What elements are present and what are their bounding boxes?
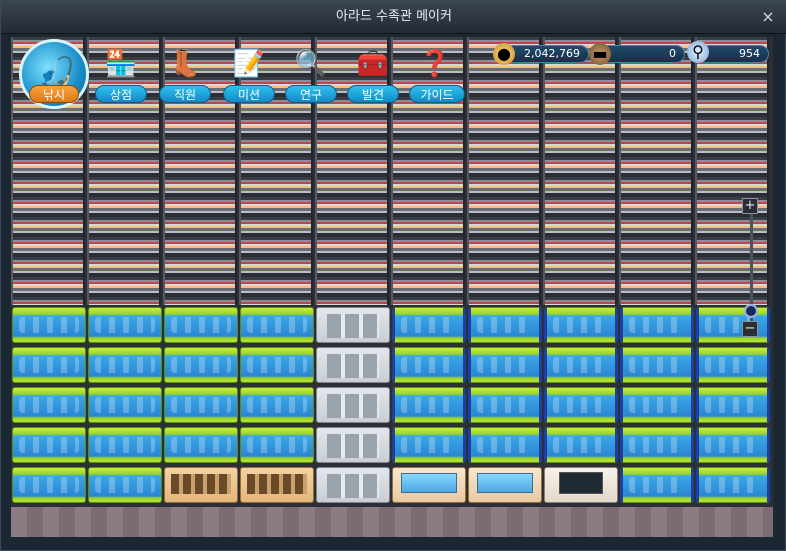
tank-room[interactable]	[88, 387, 162, 423]
tank-room[interactable]	[544, 307, 618, 343]
elevator-room[interactable]	[316, 467, 390, 503]
window-title: 아라드 수족관 메이커	[336, 9, 452, 24]
menu-guide-button[interactable]: 가이드	[409, 85, 465, 103]
tank-room[interactable]	[696, 427, 770, 463]
tank-room[interactable]	[620, 307, 694, 343]
tank-room[interactable]	[12, 467, 86, 503]
tank-room[interactable]	[392, 307, 466, 343]
menu-shop-button[interactable]: 상점	[95, 85, 147, 103]
tank-room[interactable]	[468, 347, 542, 383]
tank-room[interactable]	[696, 347, 770, 383]
tank-room[interactable]	[468, 387, 542, 423]
close-button[interactable]: ×	[759, 8, 777, 26]
gold-coin-icon: ●	[493, 43, 515, 65]
office-room[interactable]	[544, 467, 618, 503]
tank-room[interactable]	[696, 307, 770, 343]
tank-room[interactable]	[392, 427, 466, 463]
elevator-room[interactable]	[316, 427, 390, 463]
tank-room[interactable]	[468, 307, 542, 343]
magnifier-icon: ⚲	[687, 41, 709, 63]
tank-room[interactable]	[696, 467, 770, 503]
zoom-in-button[interactable]: +	[742, 198, 758, 214]
ground-floor	[11, 507, 773, 537]
magnifier-book-icon[interactable]: 🔍	[289, 44, 333, 84]
shop-room[interactable]	[164, 467, 238, 503]
tank-room[interactable]	[544, 387, 618, 423]
tank-room[interactable]	[88, 467, 162, 503]
wood-log-icon: ▬	[589, 43, 611, 65]
tank-room[interactable]	[468, 427, 542, 463]
tank-room[interactable]	[240, 387, 314, 423]
tank-room[interactable]	[544, 427, 618, 463]
background-column	[467, 37, 541, 305]
tank-room[interactable]	[12, 387, 86, 423]
lab-room[interactable]	[468, 467, 542, 503]
lab-room[interactable]	[392, 467, 466, 503]
tank-room[interactable]	[392, 387, 466, 423]
tank-room[interactable]	[164, 347, 238, 383]
wood-counter: 0	[599, 45, 685, 63]
tank-room[interactable]	[620, 347, 694, 383]
tank-room[interactable]	[620, 467, 694, 503]
tank-room[interactable]	[12, 307, 86, 343]
tank-room[interactable]	[620, 427, 694, 463]
shop-stall-icon[interactable]: 🏪	[99, 44, 143, 84]
background-column	[543, 37, 617, 305]
menu-research-button[interactable]: 연구	[285, 85, 337, 103]
title-bar: 아라드 수족관 메이커 ×	[1, 1, 786, 34]
tank-room[interactable]	[88, 307, 162, 343]
boots-icon[interactable]: 👢	[163, 44, 207, 84]
aquarium-window: 아라드 수족관 메이커 × 🎣 낚시 🏪 상점 👢 직원 📝 미션 🔍 연구 🧰…	[0, 0, 786, 551]
menu-discovery-button[interactable]: 발견	[347, 85, 399, 103]
question-box-icon[interactable]: ❓	[413, 44, 457, 84]
tank-room[interactable]	[240, 427, 314, 463]
tank-room[interactable]	[696, 387, 770, 423]
tank-room[interactable]	[392, 347, 466, 383]
background-column	[695, 37, 769, 305]
treasure-chest-icon[interactable]: 🧰	[351, 44, 395, 84]
tank-room[interactable]	[164, 387, 238, 423]
zoom-slider-thumb[interactable]	[744, 304, 758, 318]
menu-mission-button[interactable]: 미션	[223, 85, 275, 103]
gold-counter: 2,042,769	[503, 45, 589, 63]
menu-staff-button[interactable]: 직원	[159, 85, 211, 103]
background-column	[619, 37, 693, 305]
notepad-icon[interactable]: 📝	[227, 44, 271, 84]
tank-room[interactable]	[12, 427, 86, 463]
tank-room[interactable]	[240, 347, 314, 383]
zoom-out-button[interactable]: −	[742, 321, 758, 337]
tank-room[interactable]	[620, 387, 694, 423]
aquarium-scene	[11, 37, 773, 537]
tank-room[interactable]	[164, 427, 238, 463]
tank-room[interactable]	[12, 347, 86, 383]
elevator-room[interactable]	[316, 307, 390, 343]
elevator-room[interactable]	[316, 347, 390, 383]
elevator-room[interactable]	[316, 387, 390, 423]
tank-room[interactable]	[88, 347, 162, 383]
tank-room[interactable]	[240, 307, 314, 343]
shop-room[interactable]	[240, 467, 314, 503]
tank-room[interactable]	[544, 347, 618, 383]
tank-room[interactable]	[88, 427, 162, 463]
menu-fishing-label[interactable]: 낚시	[29, 85, 79, 103]
tank-room[interactable]	[164, 307, 238, 343]
